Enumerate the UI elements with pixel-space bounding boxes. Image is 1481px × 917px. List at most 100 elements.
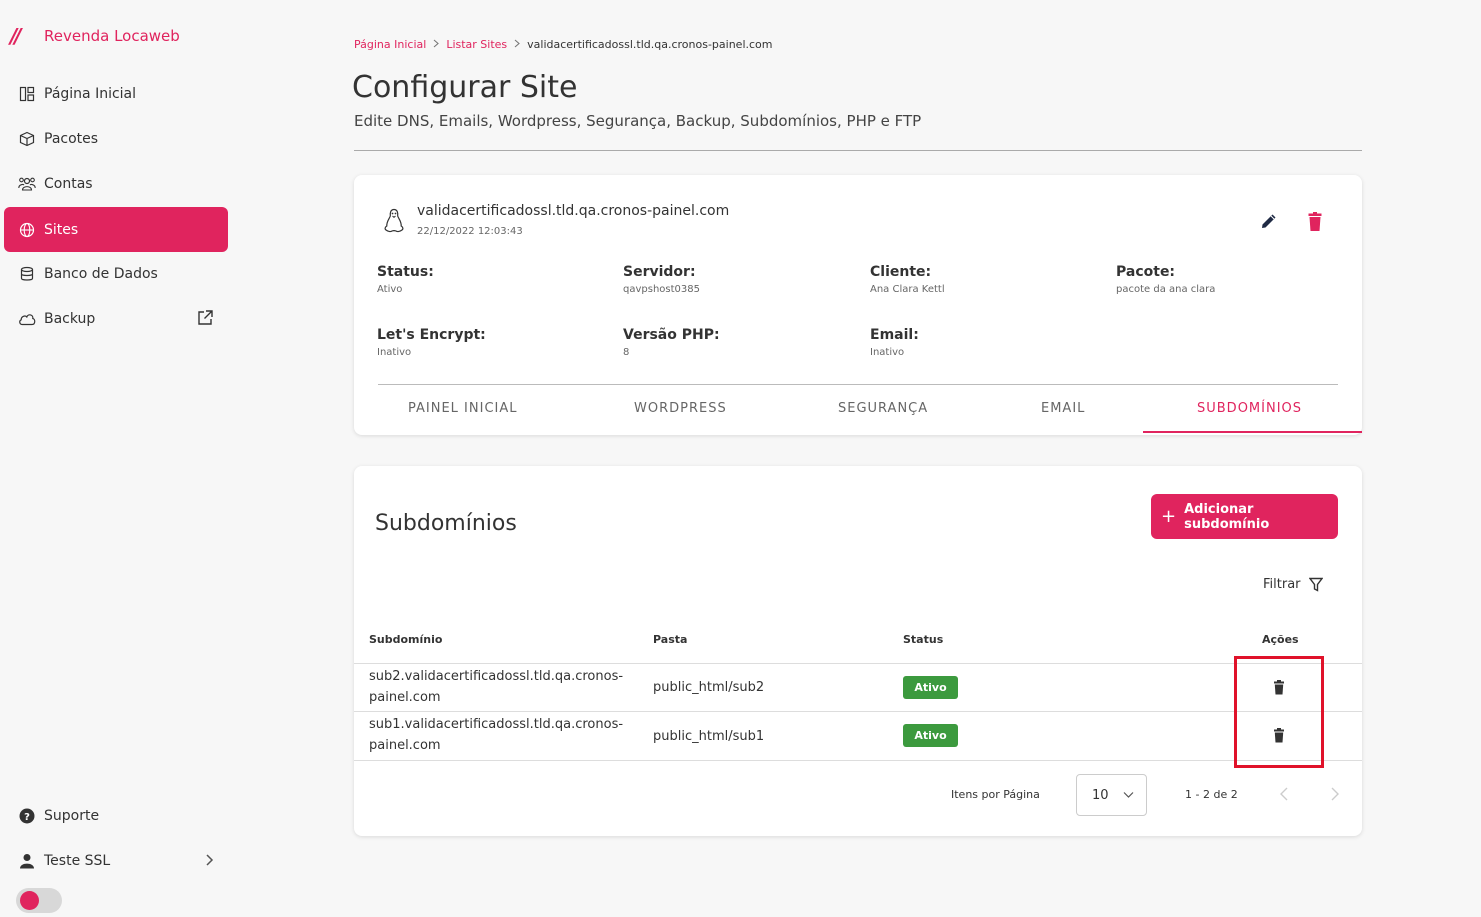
package-value: pacote da ana clara [1116,284,1216,295]
globe-icon [18,221,36,239]
sidebar-item-banco-de-dados[interactable]: Banco de Dados [4,251,228,296]
tab-seguranca[interactable]: SEGURANÇA [838,401,928,416]
php-value: 8 [623,347,630,358]
active-tab-indicator [1143,431,1362,433]
header-divider [354,150,1362,151]
help-icon: ? [18,807,36,825]
brand-name: Revenda Locaweb [44,27,180,45]
breadcrumb-separator-icon [433,38,440,51]
tab-wordpress[interactable]: WORDPRESS [634,401,727,416]
sidebar-item-label: Banco de Dados [44,265,158,282]
sidebar-item-pagina-inicial[interactable]: Página Inicial [4,71,228,116]
tab-email[interactable]: EMAIL [1041,401,1085,416]
table-row-subdomain: sub1.validacertificadossl.tld.qa.cronos-… [369,714,623,756]
sidebar-item-label: Pacotes [44,130,99,147]
linux-icon [383,208,405,238]
server-label: Servidor: [623,264,696,280]
subdomain-name-line1: sub2.validacertificadossl.tld.qa.cronos- [369,669,624,684]
chevron-down-icon [1123,788,1134,803]
theme-toggle[interactable] [16,888,62,913]
filter-button[interactable]: Filtrar [1263,577,1323,592]
server-info: Servidor: qavpshost0385 [623,264,700,295]
cloud-icon [18,310,36,328]
client-label: Cliente: [870,264,932,280]
subdomain-name-line2: painel.com [369,690,441,705]
subdomain-folder: public_html/sub1 [653,729,765,744]
subdomain-folder: public_html/sub2 [653,680,765,695]
user-name: Teste SSL [44,852,111,869]
svg-text:?: ? [24,812,30,823]
breadcrumb: Página Inicial Listar Sites validacertif… [354,38,773,51]
user-icon [18,852,36,870]
sidebar-item-label: Página Inicial [44,85,137,102]
php-label: Versão PHP: [623,327,720,343]
php-info: Versão PHP: 8 [623,327,720,358]
package-info: Pacote: pacote da ana clara [1116,264,1215,295]
box-icon [18,130,36,148]
database-icon [18,265,36,283]
add-subdomain-label: Adicionar subdomínio [1184,501,1270,532]
sidebar-item-label: Suporte [44,807,100,824]
column-header-status: Status [903,633,944,646]
users-icon [18,175,36,193]
card-divider [378,384,1338,385]
filter-icon [1308,577,1323,592]
email-value: Inativo [870,347,905,358]
client-info: Cliente: Ana Clara Kettl [870,264,945,295]
dashboard-icon [18,85,36,103]
client-value: Ana Clara Kettl [870,284,945,295]
sidebar-item-label: Backup [44,310,96,327]
site-created-date: 22/12/2022 12:03:43 [417,226,523,237]
breadcrumb-current: validacertificadossl.tld.qa.cronos-paine… [527,38,773,51]
add-subdomain-button[interactable]: + Adicionar subdomínio [1151,494,1338,539]
column-header-subdomain: Subdomínio [369,633,443,646]
email-info: Email: Inativo [870,327,919,358]
tab-subdominios[interactable]: SUBDOMÍNIOS [1197,401,1302,416]
status-label: Status: [377,264,434,280]
items-per-page-value: 10 [1092,787,1109,803]
site-info-card: validacertificadossl.tld.qa.cronos-paine… [354,175,1362,435]
status-info: Status: Ativo [377,264,434,295]
status-badge: Ativo [903,724,958,747]
subdomains-title: Subdomínios [375,511,517,536]
sidebar-item-label: Contas [44,175,93,192]
status-badge: Ativo [903,676,958,699]
sidebar-item-user[interactable]: Teste SSL [4,838,228,883]
column-header-actions: Ações [1262,633,1299,646]
chevron-right-icon [204,853,214,871]
sidebar-item-sites[interactable]: Sites [4,207,228,252]
row-divider [354,711,1362,712]
sidebar-item-pacotes[interactable]: Pacotes [4,116,228,161]
items-per-page-select[interactable]: 10 [1076,774,1147,816]
row-divider [354,760,1362,761]
next-page-icon[interactable] [1330,786,1340,806]
previous-page-icon[interactable] [1279,786,1289,806]
filter-label: Filtrar [1263,577,1301,592]
subdomains-card: Subdomínios + Adicionar subdomínio Filtr… [354,466,1362,836]
actions-highlight-box [1234,656,1324,768]
status-value: Ativo [377,284,403,295]
sidebar-item-suporte[interactable]: ? Suporte [4,793,228,838]
ssl-label: Let's Encrypt: [377,327,486,343]
delete-site-icon[interactable] [1306,212,1324,236]
sidebar-item-backup[interactable]: Backup [4,296,228,341]
brand-logo: // [10,24,22,48]
site-name: validacertificadossl.tld.qa.cronos-paine… [417,203,730,219]
row-divider [354,663,1362,664]
items-per-page-label: Itens por Página [951,788,1040,801]
server-value: qavpshost0385 [623,284,700,295]
tab-painel-inicial[interactable]: PAINEL INICIAL [408,401,518,416]
external-link-icon [196,309,214,331]
edit-icon[interactable] [1260,212,1278,234]
sidebar-item-contas[interactable]: Contas [4,161,228,206]
sidebar-item-label: Sites [44,221,79,238]
column-header-folder: Pasta [653,633,688,646]
table-row-subdomain: sub2.validacertificadossl.tld.qa.cronos-… [369,666,623,708]
ssl-info: Let's Encrypt: Inativo [377,327,486,358]
brand[interactable]: // Revenda Locaweb [10,24,180,48]
pagination-range: 1 - 2 de 2 [1185,788,1238,801]
breadcrumb-list-sites[interactable]: Listar Sites [446,38,507,51]
breadcrumb-home[interactable]: Página Inicial [354,38,426,51]
breadcrumb-separator-icon [514,38,520,51]
package-label: Pacote: [1116,264,1176,280]
